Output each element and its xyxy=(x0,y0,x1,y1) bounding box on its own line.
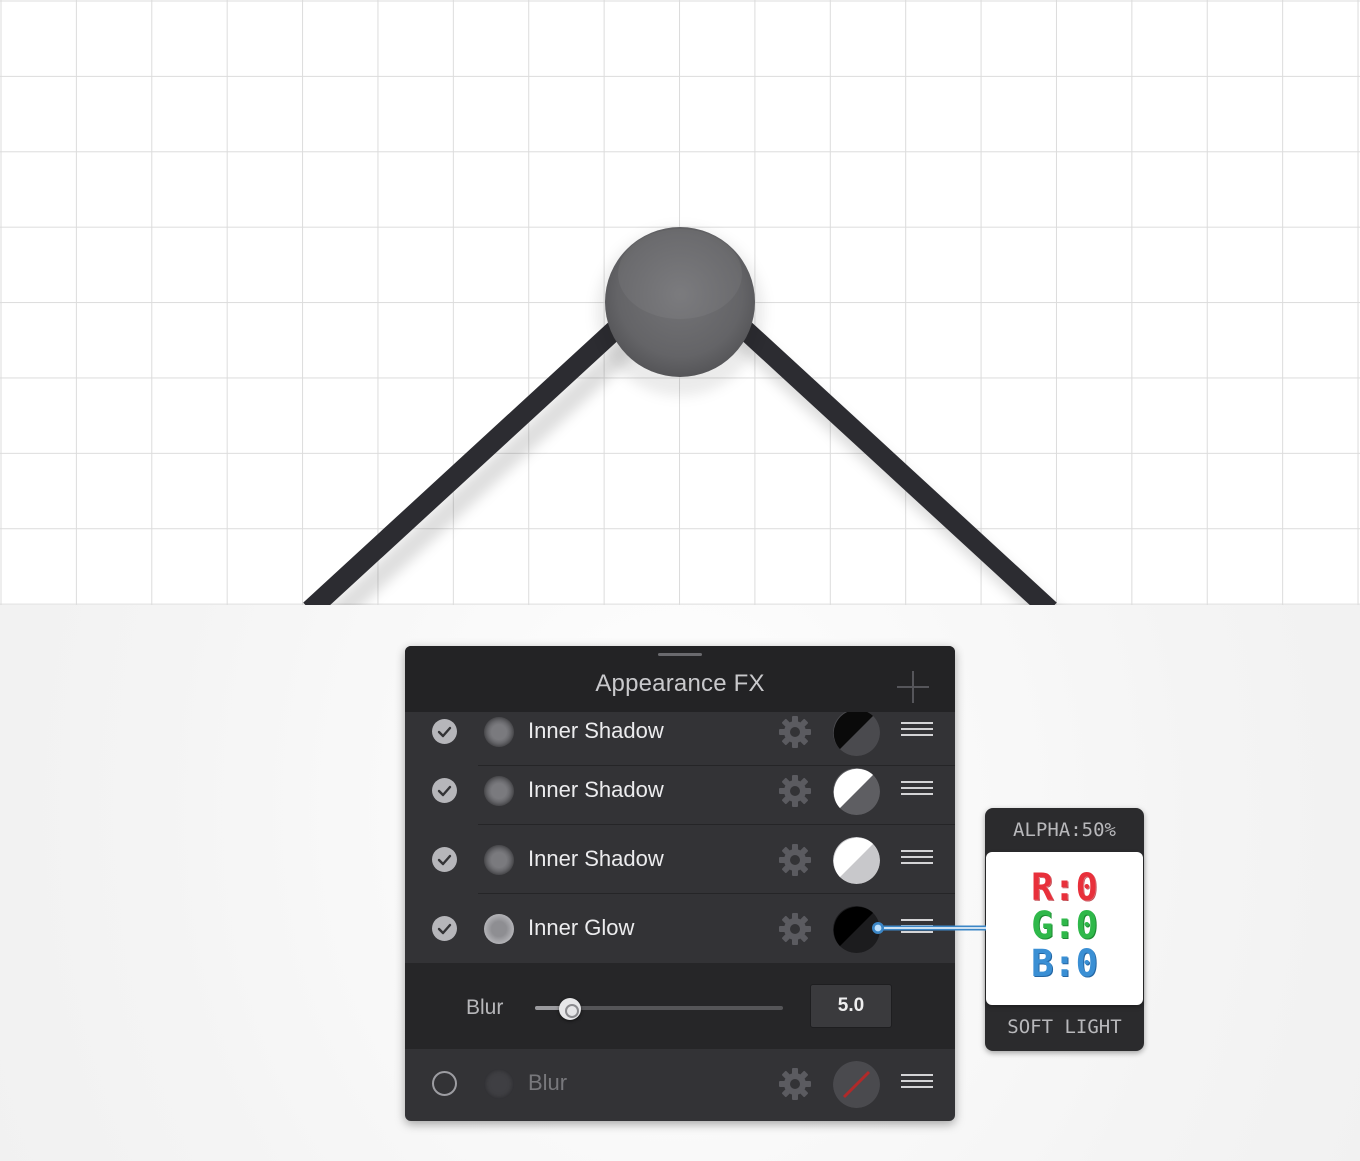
drag-handle-icon[interactable] xyxy=(901,1074,933,1092)
effect-row-inner-shadow-2[interactable]: Inner Shadow xyxy=(405,756,955,825)
color-swatch[interactable] xyxy=(833,768,880,815)
blur-label: Blur xyxy=(466,996,504,1019)
drag-handle-icon[interactable] xyxy=(901,781,933,799)
artboard-canvas[interactable] xyxy=(0,0,1360,605)
enabled-checkbox[interactable] xyxy=(432,778,457,803)
effect-label: Blur xyxy=(528,1070,568,1095)
gear-icon[interactable] xyxy=(778,1067,812,1101)
blur-slider-knob[interactable] xyxy=(558,998,581,1020)
drag-handle-icon[interactable] xyxy=(901,850,933,868)
effect-preview-icon xyxy=(484,1069,514,1099)
blur-settings: Blur 5.0 xyxy=(405,963,955,1049)
enabled-checkbox[interactable] xyxy=(432,916,457,941)
gear-icon[interactable] xyxy=(778,912,812,946)
effect-preview-icon xyxy=(484,845,514,875)
effect-label: Inner Shadow xyxy=(528,846,664,871)
red-value: R:0 xyxy=(1031,866,1098,909)
panel-title: Appearance FX xyxy=(595,670,765,697)
color-swatch[interactable] xyxy=(833,709,880,756)
alpha-label: ALPHA:50% xyxy=(1013,819,1116,841)
effect-preview-icon xyxy=(484,717,514,747)
blend-mode-label: SOFT LIGHT xyxy=(1007,1016,1122,1038)
gear-icon[interactable] xyxy=(778,774,812,808)
blue-value: B:0 xyxy=(1031,942,1098,985)
add-effect-button[interactable] xyxy=(895,669,931,705)
appearance-fx-panel: Inner Shadow Inner Shadow Inner Shadow I… xyxy=(405,646,955,1121)
node-highlight xyxy=(618,229,742,319)
effect-preview-icon xyxy=(484,914,514,944)
effect-label: Inner Shadow xyxy=(528,718,664,743)
color-info-tooltip: ALPHA:50% R:0 G:0 B:0 SOFT LIGHT xyxy=(985,808,1144,1051)
effect-label: Inner Glow xyxy=(528,915,635,940)
rgb-card: R:0 G:0 B:0 xyxy=(986,852,1143,1005)
color-swatch[interactable] xyxy=(833,837,880,884)
enabled-checkbox[interactable] xyxy=(432,719,457,744)
grab-handle[interactable] xyxy=(658,653,702,656)
artwork xyxy=(303,227,1057,605)
panel-header[interactable]: Appearance FX xyxy=(405,646,955,712)
enabled-checkbox[interactable] xyxy=(432,1071,457,1096)
check-icon xyxy=(437,726,452,738)
enabled-checkbox[interactable] xyxy=(432,847,457,872)
drag-handle-icon[interactable] xyxy=(901,919,933,937)
drag-handle-icon[interactable] xyxy=(901,722,933,740)
gear-icon[interactable] xyxy=(778,843,812,877)
no-color-swatch[interactable] xyxy=(833,1061,880,1108)
check-icon xyxy=(437,854,452,866)
check-icon xyxy=(437,785,452,797)
effect-preview-icon xyxy=(484,776,514,806)
effect-row-inner-glow[interactable]: Inner Glow xyxy=(405,894,955,963)
color-swatch[interactable] xyxy=(833,906,880,953)
blur-value-field[interactable]: 5.0 xyxy=(810,984,892,1028)
effect-row-blur[interactable]: Blur xyxy=(405,1049,955,1118)
green-value: G:0 xyxy=(1031,904,1098,947)
gear-icon[interactable] xyxy=(778,715,812,749)
effect-row-inner-shadow-3[interactable]: Inner Shadow xyxy=(405,825,955,894)
effect-label: Inner Shadow xyxy=(528,777,664,802)
check-icon xyxy=(437,923,452,935)
